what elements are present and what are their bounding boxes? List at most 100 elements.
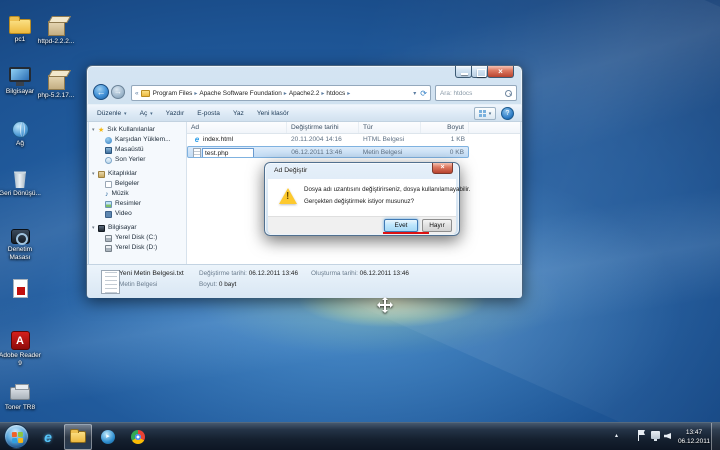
sidebar-section-libraries[interactable]: ▾ Kitaplıklar xyxy=(92,169,186,179)
start-button[interactable] xyxy=(4,424,29,449)
recent-places-icon xyxy=(105,157,112,164)
installer-box-icon xyxy=(48,21,65,36)
search-icon[interactable] xyxy=(505,90,512,97)
clock-time: 13:47 xyxy=(678,428,710,437)
open-menu[interactable]: Aç ▾ xyxy=(140,110,153,117)
file-row-index-html[interactable]: eindex.html 20.11.2004 14:16 HTML Belges… xyxy=(187,134,469,146)
desktop-icon-adobe-reader[interactable]: A Adobe Reader 9 xyxy=(0,324,42,367)
file-size: 1 KB xyxy=(421,134,469,146)
breadcrumb-item[interactable]: Apache2.2 xyxy=(289,90,320,97)
taskbar-clock[interactable]: 13:47 06.12.2011 xyxy=(678,428,710,446)
minimize-button[interactable] xyxy=(455,66,472,78)
volume-tray-icon[interactable] xyxy=(664,431,673,440)
chevron-down-icon: ▾ xyxy=(489,111,492,117)
desktop-icon-php-installer[interactable]: php-5.2.17... xyxy=(34,64,78,100)
chrome-icon xyxy=(131,430,145,444)
details-size-value: 0 bayt xyxy=(219,281,236,288)
breadcrumb-separator-icon: ▸ xyxy=(347,90,350,97)
sidebar-section-computer[interactable]: ▾ Bilgisayar xyxy=(92,223,186,233)
move-cursor-icon xyxy=(377,297,393,313)
sidebar-item-desktop[interactable]: Masaüstü xyxy=(92,145,186,155)
column-header-size[interactable]: Boyut xyxy=(421,122,469,133)
desktop-icon-label: httpd-2.2.2... xyxy=(34,38,78,46)
file-row-test-php-selected[interactable]: test.php 06.12.2011 13:46 Metin Belgesi … xyxy=(187,146,469,158)
desktop-icon-label: Adobe Reader 9 xyxy=(0,352,42,367)
column-header-name[interactable]: Ad xyxy=(187,122,287,133)
desktop-icon-network[interactable]: Ağ xyxy=(0,112,42,148)
details-modified-label: Değiştirme tarihi: xyxy=(199,270,247,277)
file-type: Metin Belgesi xyxy=(359,147,421,157)
details-modified-value: 06.12.2011 13:46 xyxy=(249,270,298,277)
breadcrumb[interactable]: « Program Files ▸ Apache Software Founda… xyxy=(131,85,431,101)
sidebar-item-videos[interactable]: Video xyxy=(92,209,186,219)
search-placeholder: Ara: htdocs xyxy=(440,90,472,97)
help-button[interactable]: ? xyxy=(501,107,514,120)
pictures-icon xyxy=(105,201,112,208)
show-desktop-button[interactable] xyxy=(711,423,720,450)
details-created-label: Oluşturma tarihi: xyxy=(311,270,358,277)
email-button[interactable]: E-posta xyxy=(197,110,220,117)
breadcrumb-separator-icon: ▸ xyxy=(321,90,324,97)
taskbar-item-explorer-active[interactable] xyxy=(64,424,92,450)
column-header-modified[interactable]: Değiştirme tarihi xyxy=(287,122,359,133)
dialog-close-button[interactable]: × xyxy=(432,163,453,174)
maximize-button[interactable] xyxy=(471,66,488,78)
taskbar-item-media-player[interactable]: ▸ xyxy=(94,424,122,450)
action-center-flag-icon[interactable] xyxy=(638,430,646,441)
desktop-icon-toner[interactable]: Toner TR8 xyxy=(0,376,42,412)
sidebar-item-pictures[interactable]: Resimler xyxy=(92,199,186,209)
burn-button[interactable]: Yaz xyxy=(233,110,244,117)
sidebar-item-downloads[interactable]: Karşıdan Yüklem... xyxy=(92,135,186,145)
warning-icon xyxy=(279,188,297,204)
breadcrumb-separator-icon: ▸ xyxy=(194,90,197,97)
navigation-bar: ← → « Program Files ▸ Apache Software Fo… xyxy=(87,82,522,104)
network-tray-icon[interactable] xyxy=(651,431,660,439)
html-file-icon: e xyxy=(195,135,199,144)
explorer-folder-icon xyxy=(70,431,86,443)
desktop-icon-pdf-document[interactable] xyxy=(0,272,42,300)
view-grid-icon xyxy=(479,110,486,117)
address-dropdown-icon[interactable]: ▾ xyxy=(413,90,416,97)
sidebar-section-favorites[interactable]: ▾ ★ Sık Kullanılanlar xyxy=(92,125,186,135)
desktop: pc1 Bilgisayar Ağ Geri Dönüşü... Denetim… xyxy=(0,0,720,450)
column-header-type[interactable]: Tür xyxy=(359,122,421,133)
file-name: index.html xyxy=(203,134,233,146)
desktop-icon-recycle-bin[interactable]: Geri Dönüşü... xyxy=(0,162,42,198)
file-size: 0 KB xyxy=(420,147,468,157)
desktop-icon-httpd-installer[interactable]: httpd-2.2.2... xyxy=(34,10,78,46)
sidebar-item-recent[interactable]: Son Yerler xyxy=(92,155,186,165)
new-folder-button[interactable]: Yeni klasör xyxy=(257,110,289,117)
yes-button[interactable]: Evet xyxy=(384,219,418,232)
favorites-star-icon: ★ xyxy=(98,127,104,134)
close-button[interactable]: × xyxy=(487,66,514,78)
organize-menu[interactable]: Düzenle ▾ xyxy=(97,110,127,117)
desktop-icon-label: Geri Dönüşü... xyxy=(0,190,42,198)
taskbar-item-internet-explorer[interactable]: e xyxy=(34,424,62,450)
refresh-icon[interactable]: ⟳ xyxy=(420,89,427,98)
sidebar-item-documents[interactable]: Belgeler xyxy=(92,179,186,189)
no-button[interactable]: Hayır xyxy=(422,219,452,232)
forward-button[interactable]: → xyxy=(111,85,125,99)
column-headers: Ad Değiştirme tarihi Tür Boyut xyxy=(187,122,520,134)
breadcrumb-item[interactable]: Apache Software Foundation xyxy=(199,90,281,97)
dialog-message-line1: Dosya adı uzantısını değiştirirseniz, do… xyxy=(304,186,470,193)
print-button[interactable]: Yazdır xyxy=(166,110,185,117)
breadcrumb-item[interactable]: htdocs xyxy=(326,90,345,97)
taskbar-item-browser[interactable] xyxy=(124,424,152,450)
breadcrumb-item[interactable]: Program Files xyxy=(153,90,193,97)
rename-edit-input[interactable]: test.php xyxy=(202,148,254,158)
sidebar-item-local-disk-c[interactable]: Yerel Disk (C:) xyxy=(92,233,186,243)
breadcrumb-chevrons-icon[interactable]: « xyxy=(135,90,139,97)
search-input[interactable]: Ara: htdocs xyxy=(435,85,517,101)
sidebar-item-local-disk-d[interactable]: Yerel Disk (D:) xyxy=(92,243,186,253)
tray-expand-icon[interactable]: ▴ xyxy=(615,432,618,439)
desktop-icon-label: Ağ xyxy=(0,140,42,148)
change-view-button[interactable]: ▾ xyxy=(474,107,496,120)
desktop-icon-control-panel[interactable]: Denetim Masası xyxy=(0,218,42,261)
dialog-title: Ad Değiştir xyxy=(274,167,307,174)
dialog-message-line2: Gerçekten değiştirmek istiyor musunuz? xyxy=(304,198,414,205)
rename-dialog: Ad Değiştir × Dosya adı uzantısını değiş… xyxy=(264,162,460,236)
back-button[interactable]: ← xyxy=(93,84,109,100)
desktop-icon-label: Denetim Masası xyxy=(0,246,42,261)
sidebar-item-music[interactable]: ♪Müzik xyxy=(92,189,186,199)
